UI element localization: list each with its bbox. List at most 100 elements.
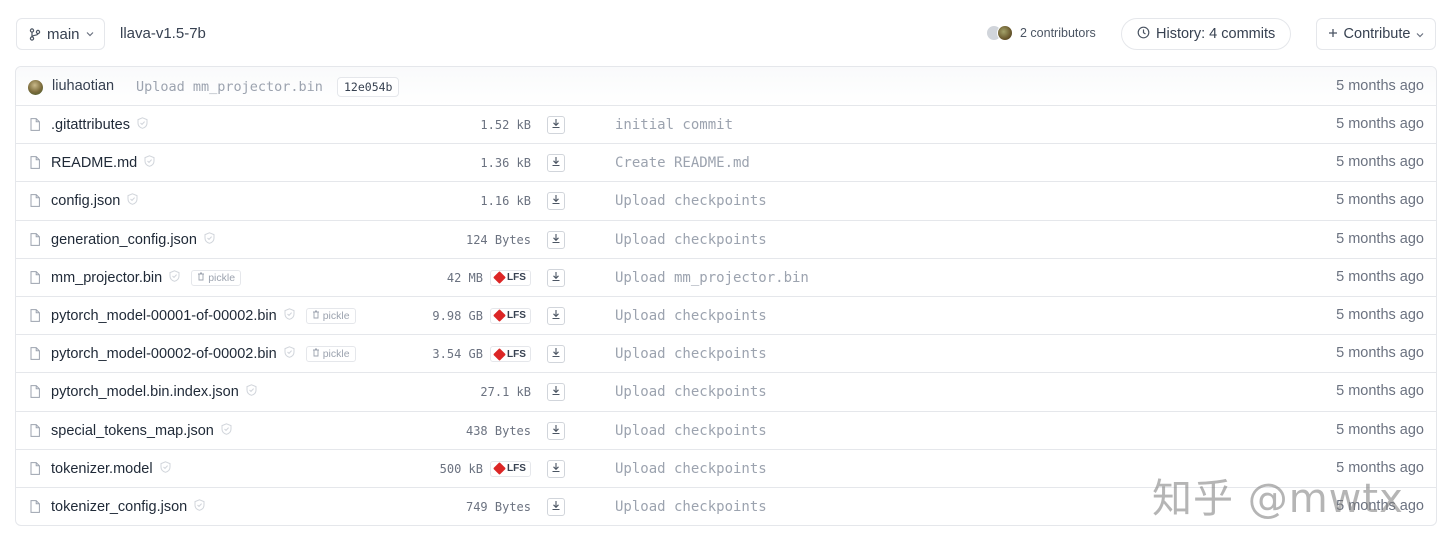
avatar	[28, 80, 43, 95]
table-row: mm_projector.bin pickle 42 MB LFS Upload…	[16, 259, 1436, 297]
branch-label: main	[47, 25, 80, 43]
pickle-label: pickle	[322, 309, 350, 322]
safe-check-icon[interactable]	[221, 422, 232, 440]
pickle-label: pickle	[208, 271, 236, 284]
safe-check-icon[interactable]	[127, 192, 138, 210]
download-button[interactable]	[547, 154, 565, 173]
size-cell: 124 Bytes	[396, 221, 531, 259]
file-commit-message-link[interactable]: Upload checkpoints	[615, 346, 767, 362]
download-icon	[551, 498, 561, 516]
download-button[interactable]	[547, 497, 565, 516]
download-button[interactable]	[547, 421, 565, 440]
download-button[interactable]	[547, 345, 565, 364]
file-name-link[interactable]: pytorch_model-00002-of-00002.bin	[51, 346, 277, 362]
file-icon	[30, 309, 40, 327]
file-name-link[interactable]: README.md	[51, 155, 137, 171]
branch-selector-button[interactable]: main	[16, 18, 105, 50]
file-name-cell: .gitattributes	[51, 116, 148, 134]
chevron-down-icon	[86, 31, 94, 37]
download-button[interactable]	[547, 116, 565, 134]
file-name-link[interactable]: .gitattributes	[51, 117, 130, 133]
lfs-badge: LFS	[490, 307, 531, 324]
download-button[interactable]	[547, 268, 565, 287]
lfs-icon	[493, 347, 506, 361]
contribute-button[interactable]: Contribute	[1316, 18, 1436, 50]
table-row: generation_config.json 124 Bytes Upload …	[16, 221, 1436, 259]
table-row: pytorch_model-00001-of-00002.bin pickle …	[16, 297, 1436, 336]
pickle-badge[interactable]: pickle	[305, 307, 356, 324]
size-cell: 438 Bytes	[396, 412, 531, 450]
file-icon	[30, 232, 40, 251]
commit-message-link[interactable]: Upload mm_projector.bin	[136, 79, 323, 95]
table-row: config.json 1.16 kB Upload checkpoints 5…	[16, 182, 1436, 221]
lfs-badge: LFS	[490, 460, 531, 477]
file-name-cell: mm_projector.bin pickle	[51, 269, 242, 287]
file-name-cell: pytorch_model-00002-of-00002.bin pickle	[51, 345, 356, 363]
download-icon	[551, 269, 561, 287]
file-name-cell: pytorch_model.bin.index.json	[51, 383, 257, 401]
commit-author-link[interactable]: liuhaotian	[52, 78, 114, 94]
download-button[interactable]	[547, 459, 565, 478]
download-icon	[551, 307, 561, 325]
file-icon	[30, 499, 40, 518]
pickle-badge[interactable]: pickle	[191, 269, 242, 286]
download-button[interactable]	[547, 230, 565, 249]
file-commit-message-link[interactable]: Upload mm_projector.bin	[615, 270, 809, 286]
file-icon	[30, 461, 40, 480]
file-commit-message-link[interactable]: Upload checkpoints	[615, 461, 767, 477]
history-button[interactable]: History: 4 commits	[1121, 18, 1292, 50]
safe-check-icon[interactable]	[194, 498, 205, 516]
file-size: 3.54 GB	[432, 347, 483, 362]
file-icon	[30, 347, 40, 365]
file-commit-message-link[interactable]: initial commit	[615, 117, 733, 133]
file-commit-time: 5 months ago	[1336, 459, 1424, 476]
safe-check-icon[interactable]	[284, 345, 295, 363]
file-commit-message-link[interactable]: Upload checkpoints	[615, 232, 767, 248]
file-name-cell: README.md	[51, 154, 155, 172]
lfs-icon	[493, 309, 506, 323]
file-name-cell: pytorch_model-00001-of-00002.bin pickle	[51, 307, 356, 325]
file-name-link[interactable]: config.json	[51, 193, 120, 209]
file-name-link[interactable]: mm_projector.bin	[51, 270, 162, 286]
pickle-icon	[197, 272, 205, 284]
file-commit-time: 5 months ago	[1336, 497, 1424, 514]
safe-check-icon[interactable]	[160, 460, 171, 478]
history-label: History: 4 commits	[1156, 26, 1276, 42]
pickle-label: pickle	[322, 348, 350, 361]
file-size: 438 Bytes	[465, 423, 531, 438]
file-commit-message-link[interactable]: Upload checkpoints	[615, 423, 767, 439]
download-icon	[551, 116, 561, 134]
file-commit-message-link[interactable]: Create README.md	[615, 155, 750, 171]
download-button[interactable]	[547, 306, 565, 325]
file-size: 1.16 kB	[480, 194, 531, 209]
pickle-badge[interactable]: pickle	[305, 346, 356, 363]
file-name-link[interactable]: pytorch_model-00001-of-00002.bin	[51, 308, 277, 324]
file-commit-time: 5 months ago	[1336, 383, 1424, 400]
safe-check-icon[interactable]	[204, 231, 215, 249]
file-commit-message-link[interactable]: Upload checkpoints	[615, 193, 767, 209]
table-row: pytorch_model-00002-of-00002.bin pickle …	[16, 335, 1436, 374]
file-name-link[interactable]: pytorch_model.bin.index.json	[51, 384, 239, 400]
commit-hash-link[interactable]: 12e054b	[337, 77, 400, 97]
file-name-link[interactable]: generation_config.json	[51, 232, 197, 248]
contributor-avatars	[986, 25, 1016, 41]
branch-icon	[29, 27, 41, 41]
download-button[interactable]	[547, 192, 565, 211]
table-row: special_tokens_map.json 438 Bytes Upload…	[16, 412, 1436, 450]
file-name-link[interactable]: tokenizer.model	[51, 461, 153, 477]
contributors-link[interactable]: 2 contributors	[986, 25, 1096, 41]
safe-check-icon[interactable]	[137, 116, 148, 134]
file-commit-message-link[interactable]: Upload checkpoints	[615, 308, 767, 324]
file-commit-message-link[interactable]: Upload checkpoints	[615, 499, 767, 515]
file-name-link[interactable]: tokenizer_config.json	[51, 499, 187, 515]
chevron-down-icon	[1416, 26, 1424, 42]
file-icon	[30, 194, 40, 212]
safe-check-icon[interactable]	[144, 154, 155, 172]
safe-check-icon[interactable]	[246, 383, 257, 401]
file-name-link[interactable]: special_tokens_map.json	[51, 423, 214, 439]
file-commit-message-link[interactable]: Upload checkpoints	[615, 384, 767, 400]
file-name-cell: config.json	[51, 192, 138, 210]
safe-check-icon[interactable]	[284, 307, 295, 325]
safe-check-icon[interactable]	[169, 269, 180, 287]
download-button[interactable]	[547, 383, 565, 402]
